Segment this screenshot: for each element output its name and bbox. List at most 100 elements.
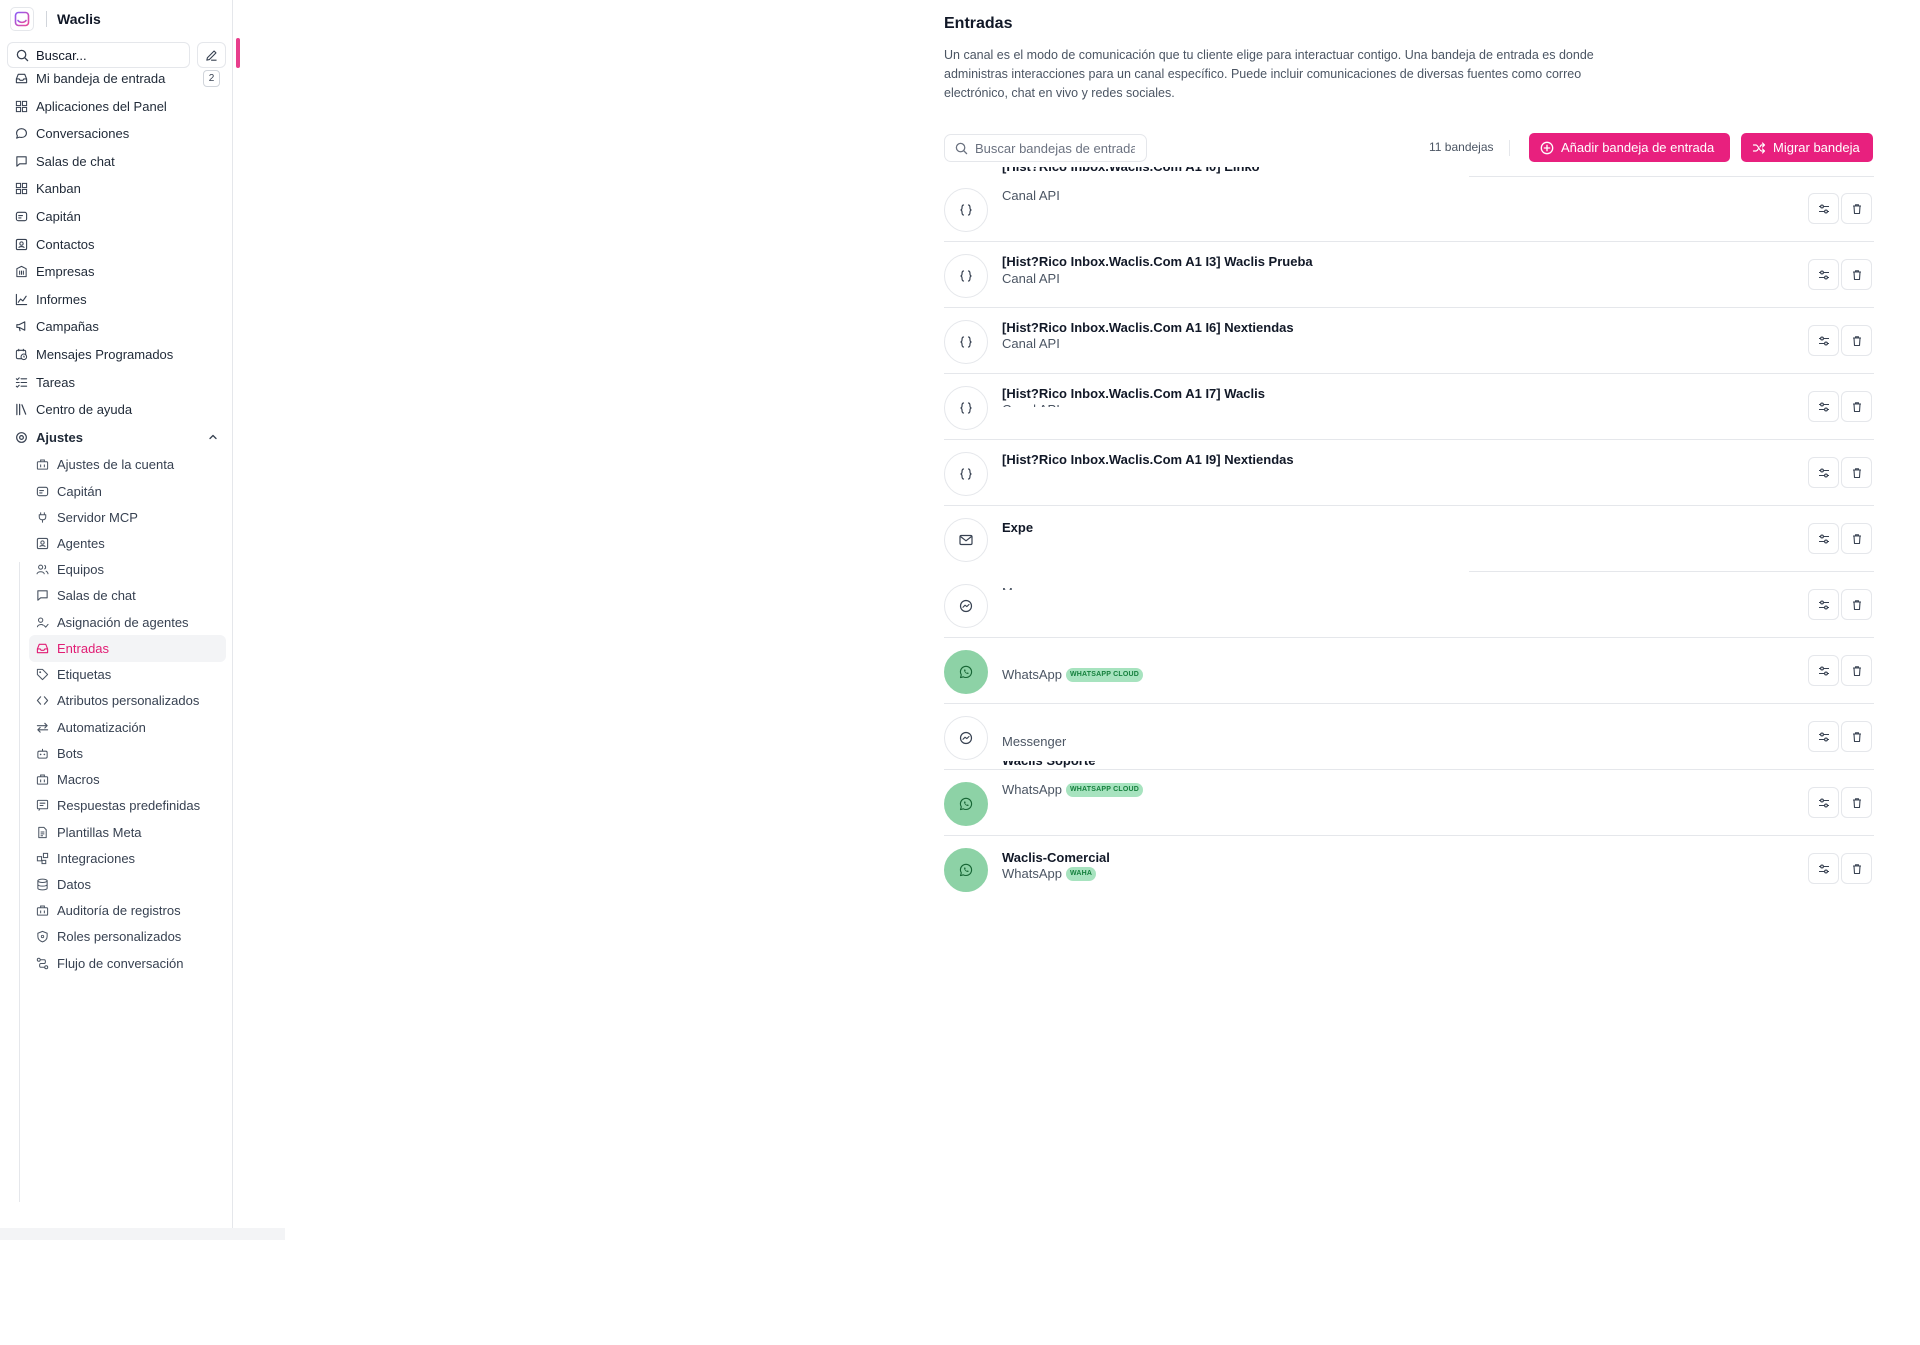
settings-item-asignacion-de-agentes[interactable]: Asignación de agentes [29,609,226,636]
inbox-name[interactable]: Waclis-Comercial [1002,850,1110,865]
delete-inbox-button[interactable] [1841,721,1872,752]
whatsapp-channel-icon [944,650,988,694]
scroll-indicator[interactable] [236,38,240,68]
settings-item-automatizacion[interactable]: Automatización [29,714,226,741]
inbox-row[interactable]: [Hist?Rico Inbox.Waclis.Com A1 I0] Einko… [944,167,1874,242]
inbox-name[interactable]: [Hist?Rico Inbox.Waclis.Com A1 I3] Wacli… [1002,254,1313,269]
delete-inbox-button[interactable] [1841,523,1872,554]
settings-item-flujo-de-conversacion[interactable]: Flujo de conversación [29,950,226,977]
inbox-channel-label: WhatsApp [1002,782,1062,797]
delete-inbox-button[interactable] [1841,853,1872,884]
add-inbox-button[interactable]: Añadir bandeja de entrada [1529,133,1730,162]
delete-inbox-button[interactable] [1841,787,1872,818]
app-logo-icon[interactable] [10,7,34,31]
inbox-name[interactable]: [Hist?Rico Inbox.Waclis.Com A1 I9] Nexti… [1002,452,1294,467]
inbox-row[interactable]: Waclis-Comercial WhatsApp WAHA [944,836,1874,902]
settings-item-atributos-personalizados[interactable]: Atributos personalizados [29,687,226,714]
inbox-row[interactable]: [Hist?Rico Inbox.Waclis.Com A1 I6] Nexti… [944,308,1874,374]
delete-inbox-button[interactable] [1841,391,1872,422]
settings-item-label: Equipos [57,562,104,577]
sidebar-item-aplicaciones-del-panel[interactable]: Aplicaciones del Panel [8,93,226,119]
account-name[interactable]: Waclis [57,11,101,27]
settings-item-ajustes-de-la-cuenta[interactable]: Ajustes de la cuenta [29,451,226,478]
settings-item-agentes[interactable]: Agentes [29,530,226,557]
sidebar-item-kanban[interactable]: Kanban [8,175,226,201]
inbox-name[interactable]: [Hist?Rico Inbox.Waclis.Com A1 I6] Nexti… [1002,320,1294,335]
inbox-settings-button[interactable] [1808,721,1839,752]
inbox-channel-label: Canal API [1002,402,1060,407]
inbox-settings-button[interactable] [1808,589,1839,620]
migrate-inbox-button[interactable]: Migrar bandeja [1741,133,1873,162]
sidebar-item-contactos[interactable]: Contactos [8,231,226,257]
inbox-name[interactable]: Expe [1002,520,1033,535]
sidebar-item-conversaciones[interactable]: Conversaciones [8,120,226,146]
inbox-row[interactable]: Waclis Soporte WhatsAppWHATSAPP CLOUD [944,761,1874,836]
inbox-name[interactable]: [Hist?Rico Inbox.Waclis.Com A1 I0] Einko [1002,167,1260,186]
inbox-search[interactable] [944,134,1147,162]
settings-item-servidor-mcp[interactable]: Servidor MCP [29,504,226,531]
inbox-row[interactable]: Messenger [944,572,1874,638]
settings-item-bots[interactable]: Bots [29,740,226,767]
settings-item-plantillas-meta[interactable]: Plantillas Meta [29,819,226,846]
sidebar-item-salas-de-chat[interactable]: Salas de chat [8,148,226,174]
settings-item-label: Respuestas predefinidas [57,798,201,813]
settings-item-datos[interactable]: Datos [29,871,226,898]
inbox-settings-button[interactable] [1808,391,1839,422]
briefcase-icon [35,773,49,787]
unread-count-badge: 2 [203,69,220,87]
contact-card-icon [35,537,49,551]
briefcase-icon [35,458,49,472]
delete-inbox-button[interactable] [1841,193,1872,224]
inbox-name[interactable]: [Hist?Rico Inbox.Waclis.Com A1 I7] Wacli… [1002,386,1265,401]
settings-item-integraciones[interactable]: Integraciones [29,845,226,872]
settings-item-auditoria-de-registros[interactable]: Auditoría de registros [29,897,226,924]
api-channel-icon [944,452,988,496]
chevron-up-icon[interactable] [208,430,218,445]
inbox-channel-label: WhatsApp [1002,667,1062,682]
sliders-icon [1818,468,1829,477]
delete-inbox-button[interactable] [1841,325,1872,356]
sidebar-item-tareas[interactable]: Tareas [8,369,226,395]
sidebar-item-mi-bandeja-de-entrada[interactable]: Mi bandeja de entrada 2 [8,65,226,91]
sidebar-item-informes[interactable]: Informes [8,286,226,312]
settings-item-respuestas-predefinidas[interactable]: Respuestas predefinidas [29,792,226,819]
inbox-settings-button[interactable] [1808,523,1839,554]
inbox-settings-button[interactable] [1808,457,1839,488]
inbox-row[interactable]: WhatsApp WHATSAPP CLOUD [944,638,1874,704]
inbox-channel-label: WhatsApp [1002,866,1062,881]
settings-item-entradas[interactable]: Entradas [29,635,226,662]
sidebar-item-ajustes[interactable]: Ajustes [8,424,226,450]
inbox-channel: Messenger [1002,734,1066,749]
delete-inbox-button[interactable] [1841,259,1872,290]
delete-inbox-button[interactable] [1841,457,1872,488]
inbox-row[interactable]: [Hist?Rico Inbox.Waclis.Com A1 I9] Nexti… [944,440,1874,506]
settings-item-capitan[interactable]: Capitán [29,478,226,505]
sidebar-item-empresas[interactable]: Empresas [8,258,226,284]
settings-item-equipos[interactable]: Equipos [29,556,226,583]
settings-item-salas-de-chat[interactable]: Salas de chat [29,582,226,609]
inbox-settings-button[interactable] [1808,655,1839,686]
inbox-row[interactable]: [Hist?Rico Inbox.Waclis.Com A1 I3] Wacli… [944,242,1874,308]
settings-subnav-line [19,562,20,1202]
inbox-name[interactable]: Waclis Soporte [1002,761,1095,780]
sidebar-item-campanas[interactable]: Campañas [8,313,226,339]
settings-item-etiquetas[interactable]: Etiquetas [29,661,226,688]
inbox-settings-button[interactable] [1808,853,1839,884]
inbox-search-input[interactable] [975,140,1135,156]
delete-inbox-button[interactable] [1841,655,1872,686]
inbox-settings-button[interactable] [1808,193,1839,224]
tag-icon [35,668,49,682]
sidebar-item-capitan[interactable]: Capitán [8,203,226,229]
inbox-settings-button[interactable] [1808,787,1839,818]
sidebar-item-centro-de-ayuda[interactable]: Centro de ayuda [8,396,226,422]
inbox-settings-button[interactable] [1808,325,1839,356]
settings-item-macros[interactable]: Macros [29,766,226,793]
email-channel-icon [944,518,988,562]
inbox-row[interactable]: [Hist?Rico Inbox.Waclis.Com A1 I7] Wacli… [944,374,1874,440]
settings-item-roles-personalizados[interactable]: Roles personalizados [29,923,226,950]
delete-inbox-button[interactable] [1841,589,1872,620]
trash-icon [1852,731,1861,742]
inbox-settings-button[interactable] [1808,259,1839,290]
inbox-row[interactable]: Expe [944,506,1874,572]
sidebar-item-mensajes-programados[interactable]: Mensajes Programados [8,341,226,367]
